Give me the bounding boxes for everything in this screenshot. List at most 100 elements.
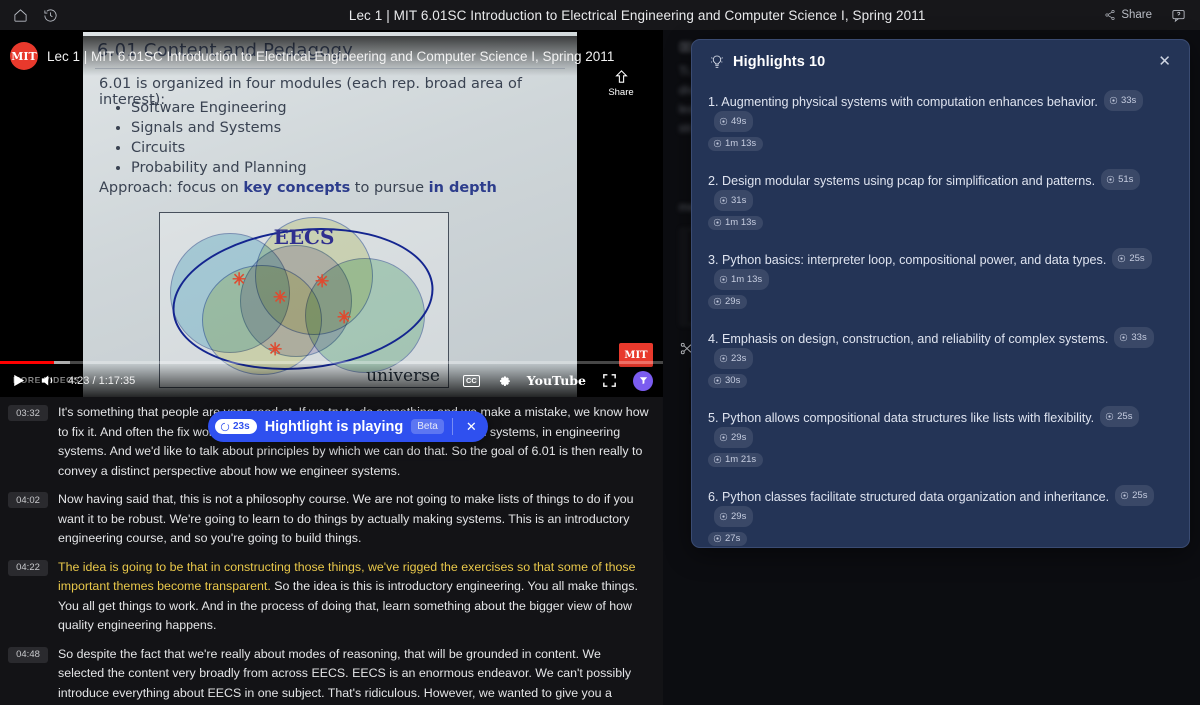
transcript-timestamp[interactable]: 04:02	[8, 492, 48, 508]
transcript-row-highlighted[interactable]: 04:22 The idea is going to be that in co…	[8, 558, 649, 636]
transcript-text[interactable]: The idea is going to be that in construc…	[58, 558, 649, 636]
approach-prefix: Approach: focus on	[99, 180, 244, 196]
transcript-row[interactable]: 04:02 Now having said that, this is not …	[8, 490, 649, 549]
video-player[interactable]: 6.01 Content and Pedagogy 6.01 is organi…	[0, 30, 663, 397]
highlight-chip-row: 27s	[708, 531, 1173, 547]
app-top-bar: Lec 1 | MIT 6.01SC Introduction to Elect…	[0, 0, 1200, 30]
video-title-overlay: MIT Lec 1 | MIT 6.01SC Introduction to E…	[0, 36, 663, 76]
transcript-timestamp[interactable]: 04:22	[8, 559, 48, 576]
venn-star: ✳	[273, 288, 288, 307]
page-title: Lec 1 | MIT 6.01SC Introduction to Elect…	[348, 7, 926, 23]
venn-star: ✳	[232, 270, 247, 289]
share-icon	[1105, 9, 1115, 21]
chip-duration: 33s	[1120, 94, 1137, 106]
highlight-chip[interactable]: 33s	[1114, 327, 1154, 348]
transcript-text[interactable]: Now having said that, this is not a phil…	[58, 490, 649, 549]
toast-message: Hightlight is playing	[264, 418, 404, 435]
chip-duration: 33s	[1131, 331, 1147, 343]
gear-icon[interactable]	[495, 372, 512, 389]
topbar-right-controls: Share	[1104, 7, 1200, 23]
chip-duration: 30s	[725, 375, 741, 386]
highlight-chip-row: 29s	[708, 294, 1173, 312]
video-slide-frame: 6.01 Content and Pedagogy 6.01 is organi…	[83, 32, 577, 397]
highlight-text: 6. Python classes facilitate structured …	[708, 485, 1173, 527]
highlight-text: 4. Emphasis on design, construction, and…	[708, 327, 1173, 369]
time-display: 4:23 / 1:17:35	[68, 374, 136, 387]
player-share-button[interactable]: Share	[591, 68, 651, 98]
chip-duration: 1m 21s	[725, 454, 757, 465]
chip-duration: 25s	[1117, 410, 1133, 422]
highlight-chip[interactable]: 29s	[714, 506, 754, 527]
transcript-text[interactable]: So despite the fact that we're really ab…	[58, 645, 649, 705]
chip-duration: 49s	[731, 115, 747, 127]
home-icon[interactable]	[12, 7, 28, 23]
highlight-chip[interactable]: 30s	[708, 373, 748, 388]
highlight-chip[interactable]: 29s	[714, 427, 754, 448]
chip-duration: 25s	[1129, 252, 1145, 264]
captions-button[interactable]: CC	[462, 374, 480, 387]
history-icon[interactable]	[42, 7, 58, 23]
highlight-chip[interactable]: 1m 21s	[708, 452, 764, 467]
highlight-chip[interactable]: 1m 13s	[714, 269, 770, 290]
chip-duration: 51s	[1118, 173, 1134, 185]
highlight-chip[interactable]: 29s	[708, 294, 748, 309]
highlight-chip-row: 1m 13s	[708, 215, 1173, 233]
topbar-left-controls	[0, 7, 170, 23]
highlight-chip[interactable]: 27s	[708, 531, 748, 546]
highlight-text: 5. Python allows compositional data stru…	[708, 406, 1173, 448]
highlight-item[interactable]: 5. Python allows compositional data stru…	[700, 400, 1181, 477]
transcript-row[interactable]: 04:48 So despite the fact that we're rea…	[8, 645, 649, 705]
volume-icon[interactable]	[39, 372, 56, 389]
play-icon[interactable]	[10, 372, 27, 389]
approach-bold-key-concepts: key concepts	[243, 180, 351, 196]
highlight-chip[interactable]: 31s	[714, 190, 754, 211]
share-button[interactable]: Share	[1104, 9, 1152, 21]
chip-duration: 25s	[1132, 489, 1148, 501]
highlight-chip[interactable]: 49s	[714, 111, 754, 132]
slide-approach-text: Approach: focus on key concepts to pursu…	[99, 180, 497, 196]
highlight-chip[interactable]: 25s	[1115, 485, 1155, 506]
highlight-chip[interactable]: 25s	[1100, 406, 1140, 427]
venn-star: ✳	[268, 340, 283, 359]
channel-avatar[interactable]: MIT	[10, 42, 38, 70]
chip-duration: 29s	[731, 510, 747, 522]
venn-star: ✳	[315, 272, 330, 291]
transcript-timestamp[interactable]: 04:48	[8, 646, 48, 663]
highlight-chip[interactable]: 1m 13s	[708, 215, 764, 230]
close-icon[interactable]: ✕	[461, 419, 482, 435]
highlights-title: Highlights 10	[733, 53, 826, 70]
close-icon[interactable]: ✕	[1154, 52, 1175, 71]
highlight-playing-toast: 23s Hightlight is playing Beta ✕	[208, 411, 488, 442]
youtube-logo[interactable]: YouTube	[527, 373, 586, 388]
video-overlay-title[interactable]: Lec 1 | MIT 6.01SC Introduction to Elect…	[47, 49, 614, 64]
control-bar-right: CC YouTube	[462, 370, 653, 391]
share-label: Share	[1121, 9, 1152, 21]
highlight-chip[interactable]: 1m 13s	[708, 136, 764, 151]
share-arrow-icon	[614, 70, 628, 83]
toast-time-chip[interactable]: 23s	[215, 419, 257, 434]
chip-duration: 1m 13s	[731, 273, 763, 285]
highlight-chip[interactable]: 51s	[1101, 169, 1141, 190]
highlight-item[interactable]: 3. Python basics: interpreter loop, comp…	[700, 242, 1181, 319]
highlights-panel[interactable]: Highlights 10 ✕ 1. Augmenting physical s…	[691, 39, 1190, 548]
highlight-item[interactable]: 6. Python classes facilitate structured …	[700, 479, 1181, 547]
chip-duration: 29s	[731, 431, 747, 443]
extension-badge-icon[interactable]	[633, 370, 653, 391]
slide-bullet-list: Software Engineering Signals and Systems…	[117, 98, 307, 178]
slide-bullet: Circuits	[131, 138, 307, 158]
highlight-item[interactable]: 1. Augmenting physical systems with comp…	[700, 84, 1181, 161]
highlight-item[interactable]: 2. Design modular systems using pcap for…	[700, 163, 1181, 240]
highlight-chip[interactable]: 25s	[1112, 248, 1152, 269]
highlights-header: Highlights 10 ✕	[692, 40, 1189, 75]
highlight-item[interactable]: 4. Emphasis on design, construction, and…	[700, 321, 1181, 398]
highlight-chip[interactable]: 33s	[1103, 90, 1144, 111]
toast-divider	[451, 418, 453, 435]
transcript-timestamp[interactable]: 03:32	[8, 405, 48, 421]
transcript-list[interactable]: 03:32 It's something that people are ver…	[0, 397, 663, 705]
chip-duration: 31s	[731, 194, 747, 206]
highlight-chip-row: 1m 21s	[708, 452, 1173, 470]
highlight-chip[interactable]: 23s	[714, 348, 754, 369]
fullscreen-icon[interactable]	[601, 372, 618, 389]
feedback-icon[interactable]	[1170, 7, 1186, 23]
slide-bullet: Software Engineering	[131, 98, 307, 118]
